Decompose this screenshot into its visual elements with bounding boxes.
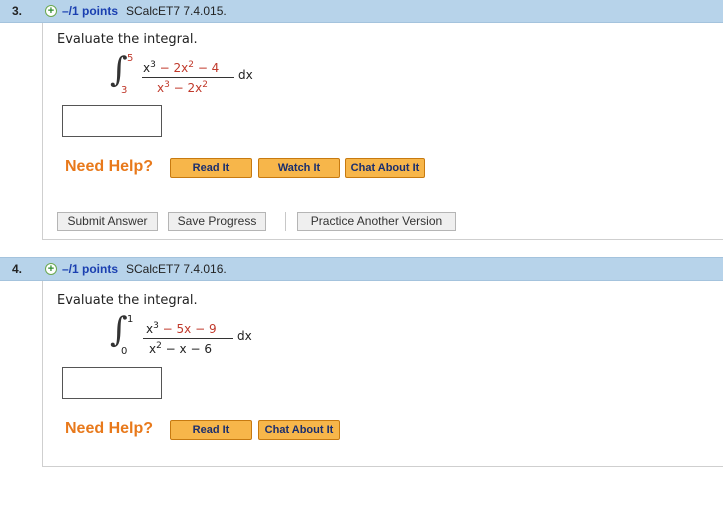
differential: dx — [238, 68, 253, 82]
save-progress-button[interactable]: Save Progress — [168, 212, 266, 231]
denominator: x3 − 2x2 — [157, 80, 208, 95]
plus-circle-icon[interactable]: + — [45, 5, 57, 17]
points-label: –/1 points — [62, 4, 119, 18]
need-help-label: Need Help? — [65, 420, 154, 437]
submit-answer-button[interactable]: Submit Answer — [57, 212, 158, 231]
integral-sign: ∫ — [110, 310, 128, 350]
question-source: SCalcET7 7.4.016. — [126, 262, 227, 276]
upper-limit: 1 — [127, 314, 134, 325]
question-number: 3. — [12, 4, 23, 18]
question-prompt: Evaluate the integral. — [57, 293, 198, 308]
fraction-bar — [143, 338, 233, 339]
lower-limit: 3 — [121, 85, 128, 96]
question-header: 4. + –/1 points SCalcET7 7.4.016. — [0, 257, 723, 281]
fraction-bar — [142, 77, 234, 78]
chat-about-it-button[interactable]: Chat About It — [258, 420, 340, 440]
button-divider — [285, 212, 286, 231]
upper-limit: 5 — [127, 53, 134, 64]
practice-another-version-button[interactable]: Practice Another Version — [297, 212, 456, 231]
question-header: 3. + –/1 points SCalcET7 7.4.015. — [0, 0, 723, 23]
points-label: –/1 points — [62, 262, 119, 276]
lower-limit: 0 — [121, 346, 128, 357]
denominator: x2 − x − 6 — [149, 341, 212, 356]
need-help-label: Need Help? — [65, 158, 154, 175]
question-source: SCalcET7 7.4.015. — [126, 4, 227, 18]
question-number: 4. — [12, 262, 23, 276]
numerator: x3 − 5x − 9 — [146, 321, 217, 336]
integral-sign: ∫ — [110, 50, 128, 90]
answer-input[interactable] — [62, 367, 162, 399]
chat-about-it-button[interactable]: Chat About It — [345, 158, 425, 178]
question-prompt: Evaluate the integral. — [57, 32, 198, 47]
numerator: x3 − 2x2 − 4 — [143, 60, 220, 75]
read-it-button[interactable]: Read It — [170, 158, 252, 178]
read-it-button[interactable]: Read It — [170, 420, 252, 440]
plus-circle-icon[interactable]: + — [45, 263, 57, 275]
differential: dx — [237, 329, 252, 343]
watch-it-button[interactable]: Watch It — [258, 158, 340, 178]
answer-input[interactable] — [62, 105, 162, 137]
